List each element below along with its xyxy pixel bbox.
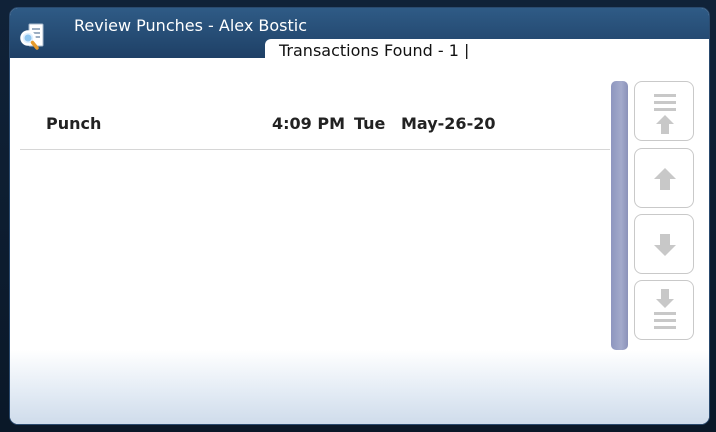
page-up-button[interactable] [634,81,694,141]
footer-area [10,350,709,424]
magnifier-document-icon [19,23,45,51]
scroll-down-button[interactable] [634,214,694,274]
punch-day: Tue [354,114,386,133]
punch-date: May-26-20 [401,114,496,133]
table-row[interactable]: Punch 4:09 PM Tue May-26-20 [20,101,610,150]
arrow-up-icon [654,168,676,190]
scrollbar-thumb[interactable] [611,81,628,350]
arrow-down-icon [654,234,676,256]
tab-label: Transactions Found - 1 | [279,41,470,60]
review-punches-window: Review Punches - Alex Bostic Transaction… [10,8,709,424]
page-down-icon [654,289,676,329]
window-title: Review Punches - Alex Bostic [74,16,308,35]
page-up-icon [654,94,676,134]
transactions-list: Punch 4:09 PM Tue May-26-20 [10,59,709,359]
screen-frame: Review Punches - Alex Bostic Transaction… [0,0,716,432]
punch-time: 4:09 PM [272,114,346,133]
punch-type: Punch [46,114,102,133]
page-down-button[interactable] [634,280,694,340]
tab-transactions-found[interactable]: Transactions Found - 1 | [265,39,709,61]
scroll-up-button[interactable] [634,148,694,208]
